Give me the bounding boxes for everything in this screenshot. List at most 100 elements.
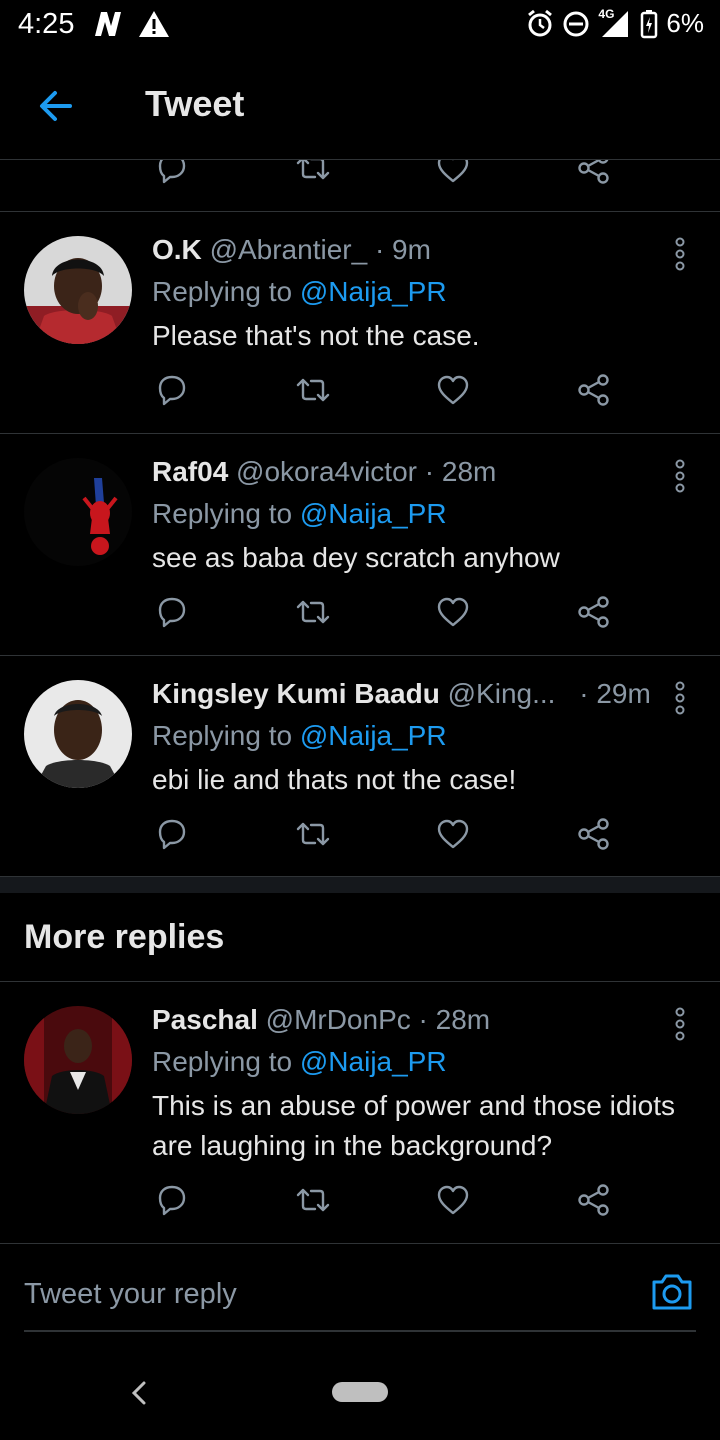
app-header: Tweet xyxy=(0,50,720,160)
tweet-text: This is an abuse of power and those idio… xyxy=(152,1090,675,1161)
like-button[interactable] xyxy=(435,816,471,852)
retweet-button[interactable] xyxy=(295,160,331,186)
author-handle[interactable]: @MrDonPc xyxy=(266,1004,411,1035)
tweet-time: · 29m xyxy=(579,678,651,709)
reply-composer[interactable]: Tweet your reply xyxy=(24,1268,696,1332)
heart-icon xyxy=(437,597,469,627)
dnd-icon xyxy=(562,10,590,38)
heart-icon xyxy=(437,375,469,405)
tweet-actions xyxy=(0,816,720,856)
mention-link[interactable]: @Naija_PR xyxy=(300,276,447,307)
share-button[interactable] xyxy=(576,594,612,630)
retweet-icon xyxy=(296,822,330,846)
replying-prefix: Replying to xyxy=(152,720,293,751)
share-button[interactable] xyxy=(576,372,612,408)
network-type-label: 4G xyxy=(598,6,615,21)
author-name[interactable]: Kingsley Kumi Baadu xyxy=(152,678,440,709)
retweet-button[interactable] xyxy=(295,594,331,630)
reply-tweet[interactable]: Kingsley Kumi Baadu @King... · 29m Reply… xyxy=(0,656,720,877)
heart-icon xyxy=(437,1185,469,1215)
reply-tweet[interactable]: Paschal @MrDonPc · 28m Replying to @Naij… xyxy=(0,982,720,1244)
share-button[interactable] xyxy=(576,816,612,852)
warning-icon xyxy=(138,9,170,44)
vertical-dots-icon xyxy=(675,1007,685,1041)
tweet-time: · 9m xyxy=(374,234,431,265)
camera-icon xyxy=(652,1274,692,1310)
mention-link[interactable]: @Naija_PR xyxy=(300,1046,447,1077)
camera-button[interactable] xyxy=(650,1272,694,1312)
tweet-text: ebi lie and thats not the case! xyxy=(152,764,517,795)
author-name[interactable]: O.K xyxy=(152,234,202,265)
author-handle[interactable]: @okora4victor xyxy=(236,456,417,487)
reply-button[interactable] xyxy=(154,816,190,852)
author-name[interactable]: Raf04 xyxy=(152,456,228,487)
signal-icon: 4G xyxy=(598,6,632,39)
like-button[interactable] xyxy=(435,160,471,186)
like-button[interactable] xyxy=(435,372,471,408)
more-options-button[interactable] xyxy=(672,456,688,496)
retweet-icon xyxy=(296,1188,330,1212)
share-button[interactable] xyxy=(576,160,612,186)
status-time: 4:25 xyxy=(18,8,75,40)
retweet-button[interactable] xyxy=(295,816,331,852)
battery-icon xyxy=(640,9,658,39)
share-icon xyxy=(578,160,609,184)
mention-link[interactable]: @Naija_PR xyxy=(300,498,447,529)
author-handle[interactable]: @Abrantier_ xyxy=(210,234,368,265)
like-button[interactable] xyxy=(435,594,471,630)
tweet-time: · 28m xyxy=(424,456,497,487)
more-options-button[interactable] xyxy=(672,678,688,718)
retweet-icon xyxy=(296,160,330,180)
tweet-time: · 28m xyxy=(418,1004,491,1035)
author-name[interactable]: Paschal xyxy=(152,1004,258,1035)
reply-icon xyxy=(158,1185,186,1216)
replying-to-line: Replying to @Naija_PR xyxy=(152,498,447,530)
system-nav-bar xyxy=(0,1360,720,1440)
more-options-button[interactable] xyxy=(672,1004,688,1044)
share-icon xyxy=(578,374,609,406)
share-button[interactable] xyxy=(576,1182,612,1218)
nav-home-pill[interactable] xyxy=(332,1382,388,1402)
page-title: Tweet xyxy=(145,83,245,124)
avatar[interactable] xyxy=(24,680,132,788)
reply-button[interactable] xyxy=(154,1182,190,1218)
replying-to-line: Replying to @Naija_PR xyxy=(152,1046,447,1078)
retweet-icon xyxy=(296,378,330,402)
retweet-button[interactable] xyxy=(295,1182,331,1218)
tweet-actions xyxy=(0,594,720,634)
nav-back-button[interactable] xyxy=(128,1380,150,1406)
mention-link[interactable]: @Naija_PR xyxy=(300,720,447,751)
reply-button[interactable] xyxy=(154,594,190,630)
reply-icon xyxy=(158,375,186,406)
reply-icon xyxy=(158,819,186,850)
author-handle[interactable]: @King... xyxy=(448,678,556,709)
section-title: More replies xyxy=(24,918,225,956)
replying-to-line: Replying to @Naija_PR xyxy=(152,276,447,308)
heart-icon xyxy=(437,819,469,849)
replying-prefix: Replying to xyxy=(152,276,293,307)
avatar[interactable] xyxy=(24,1006,132,1114)
avatar[interactable] xyxy=(24,458,132,566)
heart-icon xyxy=(437,160,469,183)
like-button[interactable] xyxy=(435,1182,471,1218)
more-replies-header: More replies xyxy=(0,893,720,982)
alarm-icon xyxy=(526,9,554,39)
vertical-dots-icon xyxy=(675,459,685,493)
reply-tweet[interactable]: O.K @Abrantier_ · 9m Replying to @Naija_… xyxy=(0,212,720,434)
avatar[interactable] xyxy=(24,236,132,344)
share-icon xyxy=(578,596,609,628)
replying-prefix: Replying to xyxy=(152,498,293,529)
back-button[interactable] xyxy=(36,86,76,126)
reply-button[interactable] xyxy=(154,372,190,408)
reply-input[interactable]: Tweet your reply xyxy=(24,1278,237,1311)
share-icon xyxy=(578,1184,609,1216)
reply-tweet[interactable]: Raf04 @okora4victor · 28m Replying to @N… xyxy=(0,434,720,656)
battery-percent: 6% xyxy=(666,8,704,38)
replying-to-line: Replying to @Naija_PR xyxy=(152,720,447,752)
tweet-actions xyxy=(0,1182,720,1222)
more-options-button[interactable] xyxy=(672,234,688,274)
reply-icon xyxy=(158,597,186,628)
reply-button[interactable] xyxy=(154,160,190,186)
tweet-actions xyxy=(0,372,720,412)
retweet-button[interactable] xyxy=(295,372,331,408)
